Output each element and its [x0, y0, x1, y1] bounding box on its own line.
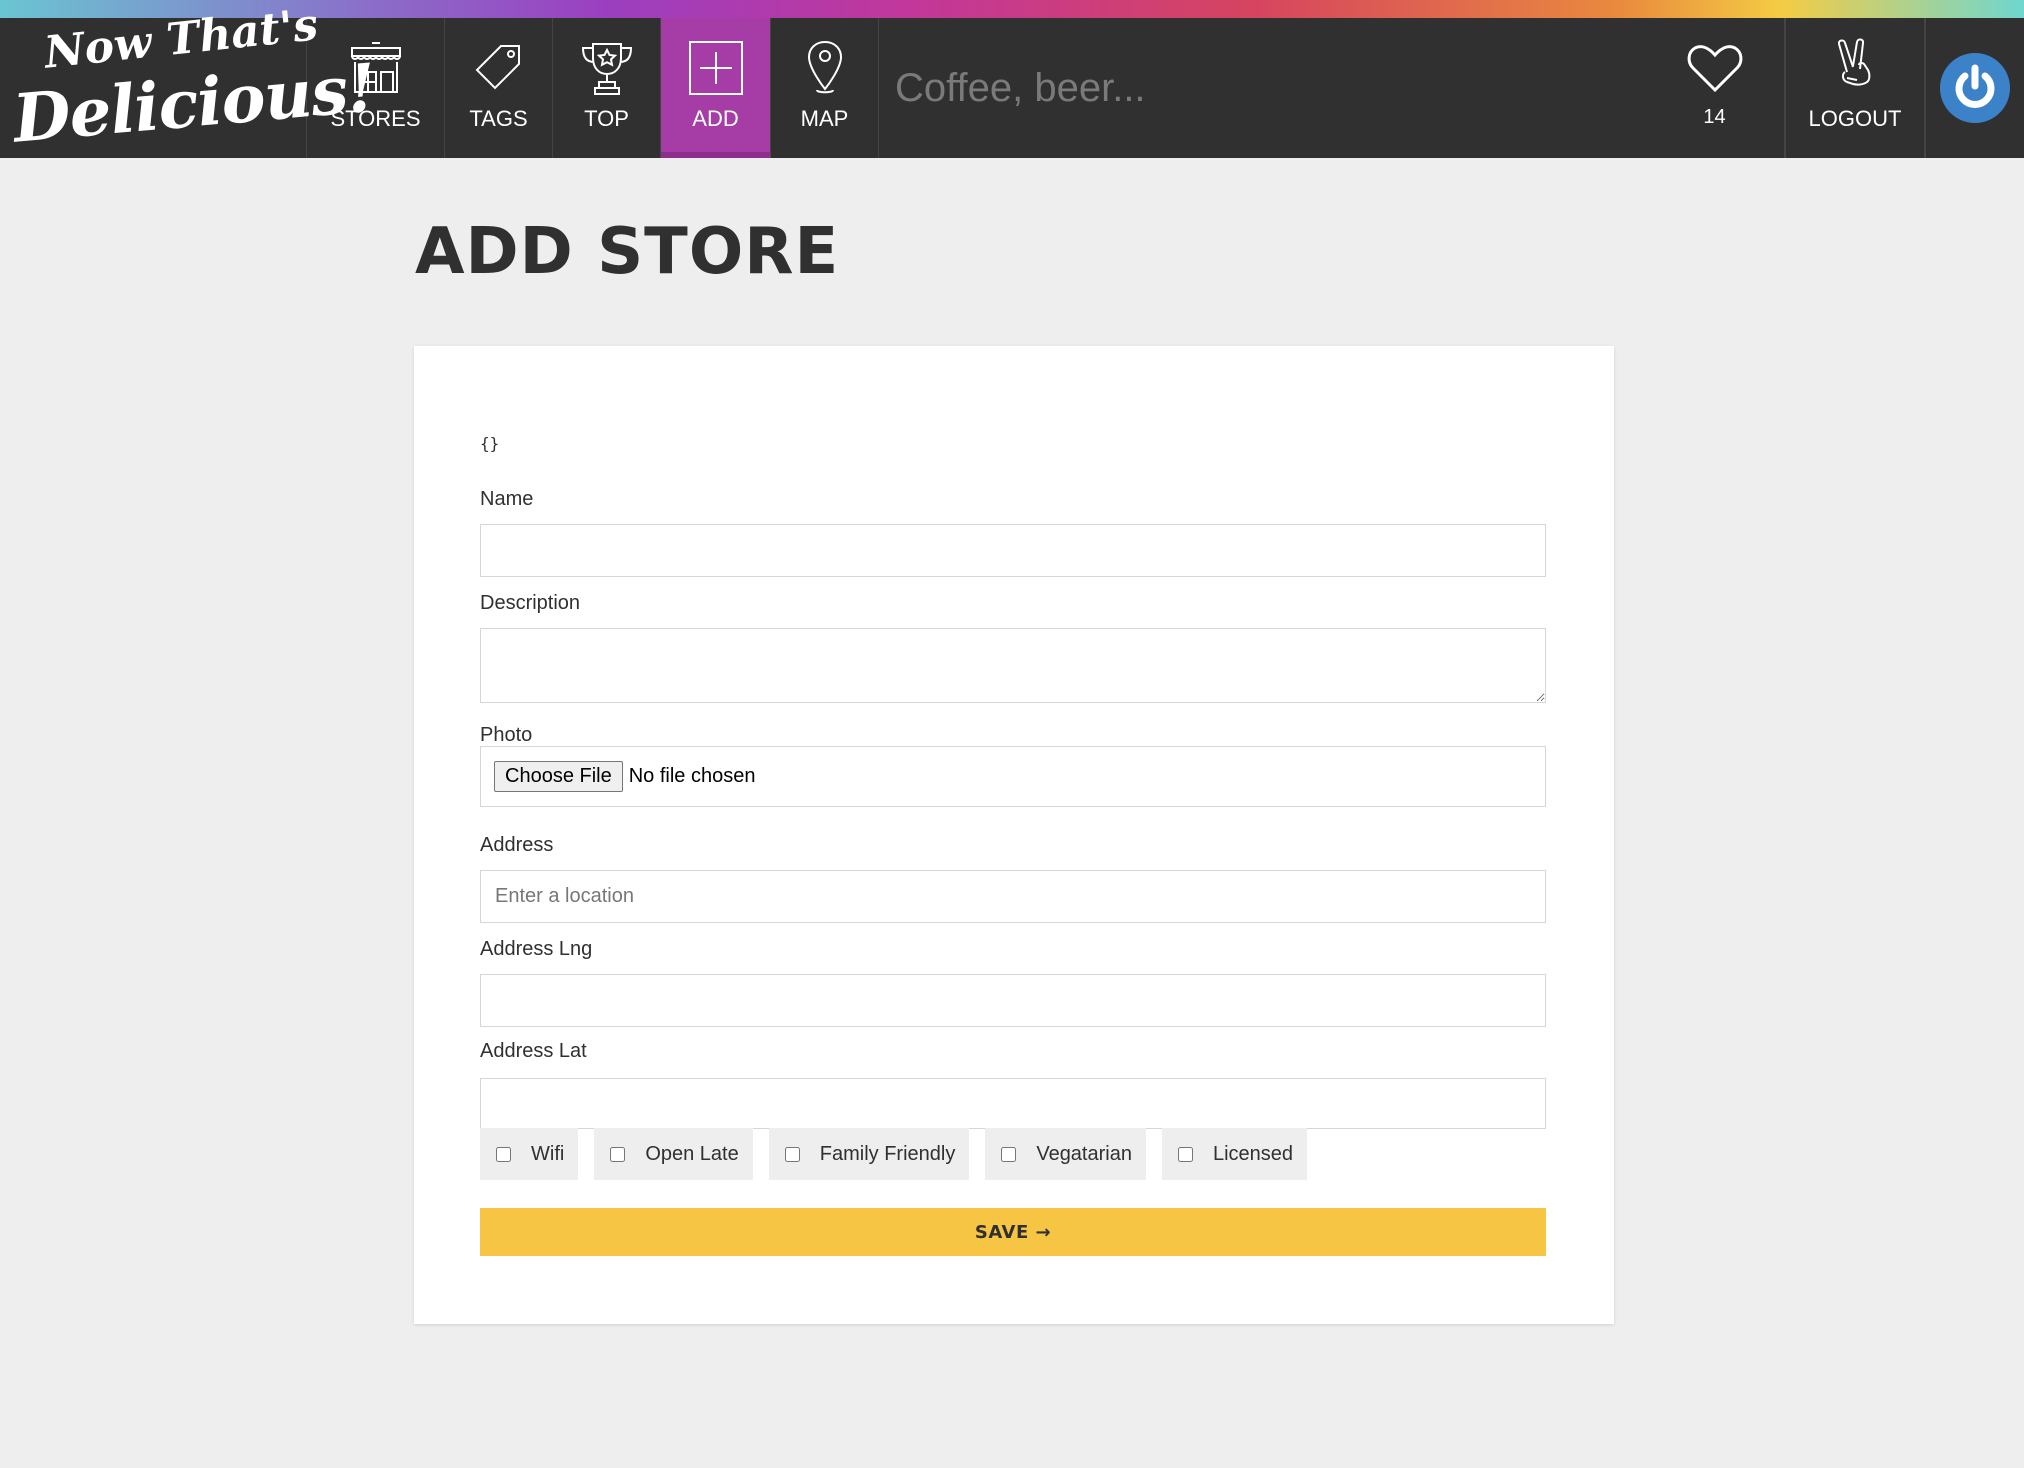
avatar-wrapper	[1925, 18, 2024, 158]
tag-label-open-late: Open Late	[645, 1142, 739, 1165]
trophy-icon	[581, 43, 632, 95]
search-bar	[879, 18, 1645, 158]
add-store-form: {} Name Description Photo Choose File No…	[414, 346, 1614, 1324]
nav-item-add[interactable]: ADD	[661, 18, 771, 158]
hearts-link[interactable]: 14	[1645, 18, 1785, 158]
address-field[interactable]	[480, 870, 1546, 923]
heart-icon	[1687, 45, 1742, 93]
name-field[interactable]	[480, 524, 1546, 577]
file-status: No file chosen	[628, 765, 756, 787]
photo-field: Choose File No file chosen	[480, 746, 1546, 807]
description-field[interactable]	[480, 628, 1546, 703]
choose-file-button[interactable]: Choose File	[494, 761, 623, 792]
tag-vegatarian[interactable]: Vegatarian	[985, 1128, 1146, 1180]
address-lat-label: Address Lat	[480, 1040, 587, 1062]
logo[interactable]: Now That's Delicious!	[0, 0, 378, 158]
address-lng-label: Address Lng	[480, 938, 593, 960]
nav-item-top[interactable]: TOP	[553, 18, 661, 158]
avatar[interactable]	[1940, 53, 2010, 123]
top-nav: Now That's Delicious! STORES TAGS TOP AD…	[0, 0, 2024, 158]
tag-licensed[interactable]: Licensed	[1161, 1128, 1308, 1180]
add-icon	[688, 41, 743, 95]
tag-checkbox-family-friendly[interactable]	[784, 1146, 800, 1162]
tag-icon	[475, 45, 520, 90]
nav-item-tags[interactable]: TAGS	[445, 18, 553, 158]
hearts-count: 14	[1703, 106, 1726, 128]
debug-output: {}	[480, 434, 500, 453]
tag-checkbox-wifi[interactable]	[496, 1146, 511, 1162]
address-label: Address	[480, 834, 554, 856]
tag-family-friendly[interactable]: Family Friendly	[768, 1128, 970, 1180]
description-label: Description	[480, 592, 581, 614]
address-lng-field[interactable]	[480, 974, 1546, 1027]
nav-label-map: MAP	[800, 106, 849, 131]
peace-hand-icon	[1837, 38, 1871, 86]
name-label: Name	[480, 488, 534, 510]
nav-label-top: TOP	[584, 106, 629, 131]
logout-link[interactable]: LOGOUT	[1785, 18, 1925, 158]
tag-label-wifi: Wifi	[531, 1142, 565, 1165]
photo-label: Photo	[480, 724, 533, 746]
address-lat-field[interactable]	[480, 1078, 1546, 1129]
logout-label: LOGOUT	[1808, 106, 1902, 131]
nav-item-map[interactable]: MAP	[771, 18, 879, 158]
save-button[interactable]: SAVE →	[480, 1208, 1546, 1256]
search-input[interactable]	[893, 64, 1597, 112]
tag-label-family-friendly: Family Friendly	[819, 1142, 956, 1165]
tag-label-vegatarian: Vegatarian	[1036, 1142, 1132, 1165]
nav-label-tags: TAGS	[469, 106, 528, 131]
tag-checkbox-licensed[interactable]	[1177, 1146, 1193, 1162]
tag-options: Wifi Open Late Family Friendly Vegataria…	[480, 1128, 1323, 1180]
tag-checkbox-vegatarian[interactable]	[1001, 1146, 1017, 1162]
map-pin-icon	[807, 40, 842, 94]
tag-checkbox-open-late[interactable]	[610, 1146, 626, 1162]
tag-wifi[interactable]: Wifi	[480, 1128, 579, 1180]
page-title: ADD STORE	[415, 215, 840, 289]
tag-label-licensed: Licensed	[1212, 1142, 1294, 1165]
power-icon	[1955, 64, 1995, 108]
nav-label-add: ADD	[692, 106, 739, 131]
tag-open-late[interactable]: Open Late	[594, 1128, 753, 1180]
